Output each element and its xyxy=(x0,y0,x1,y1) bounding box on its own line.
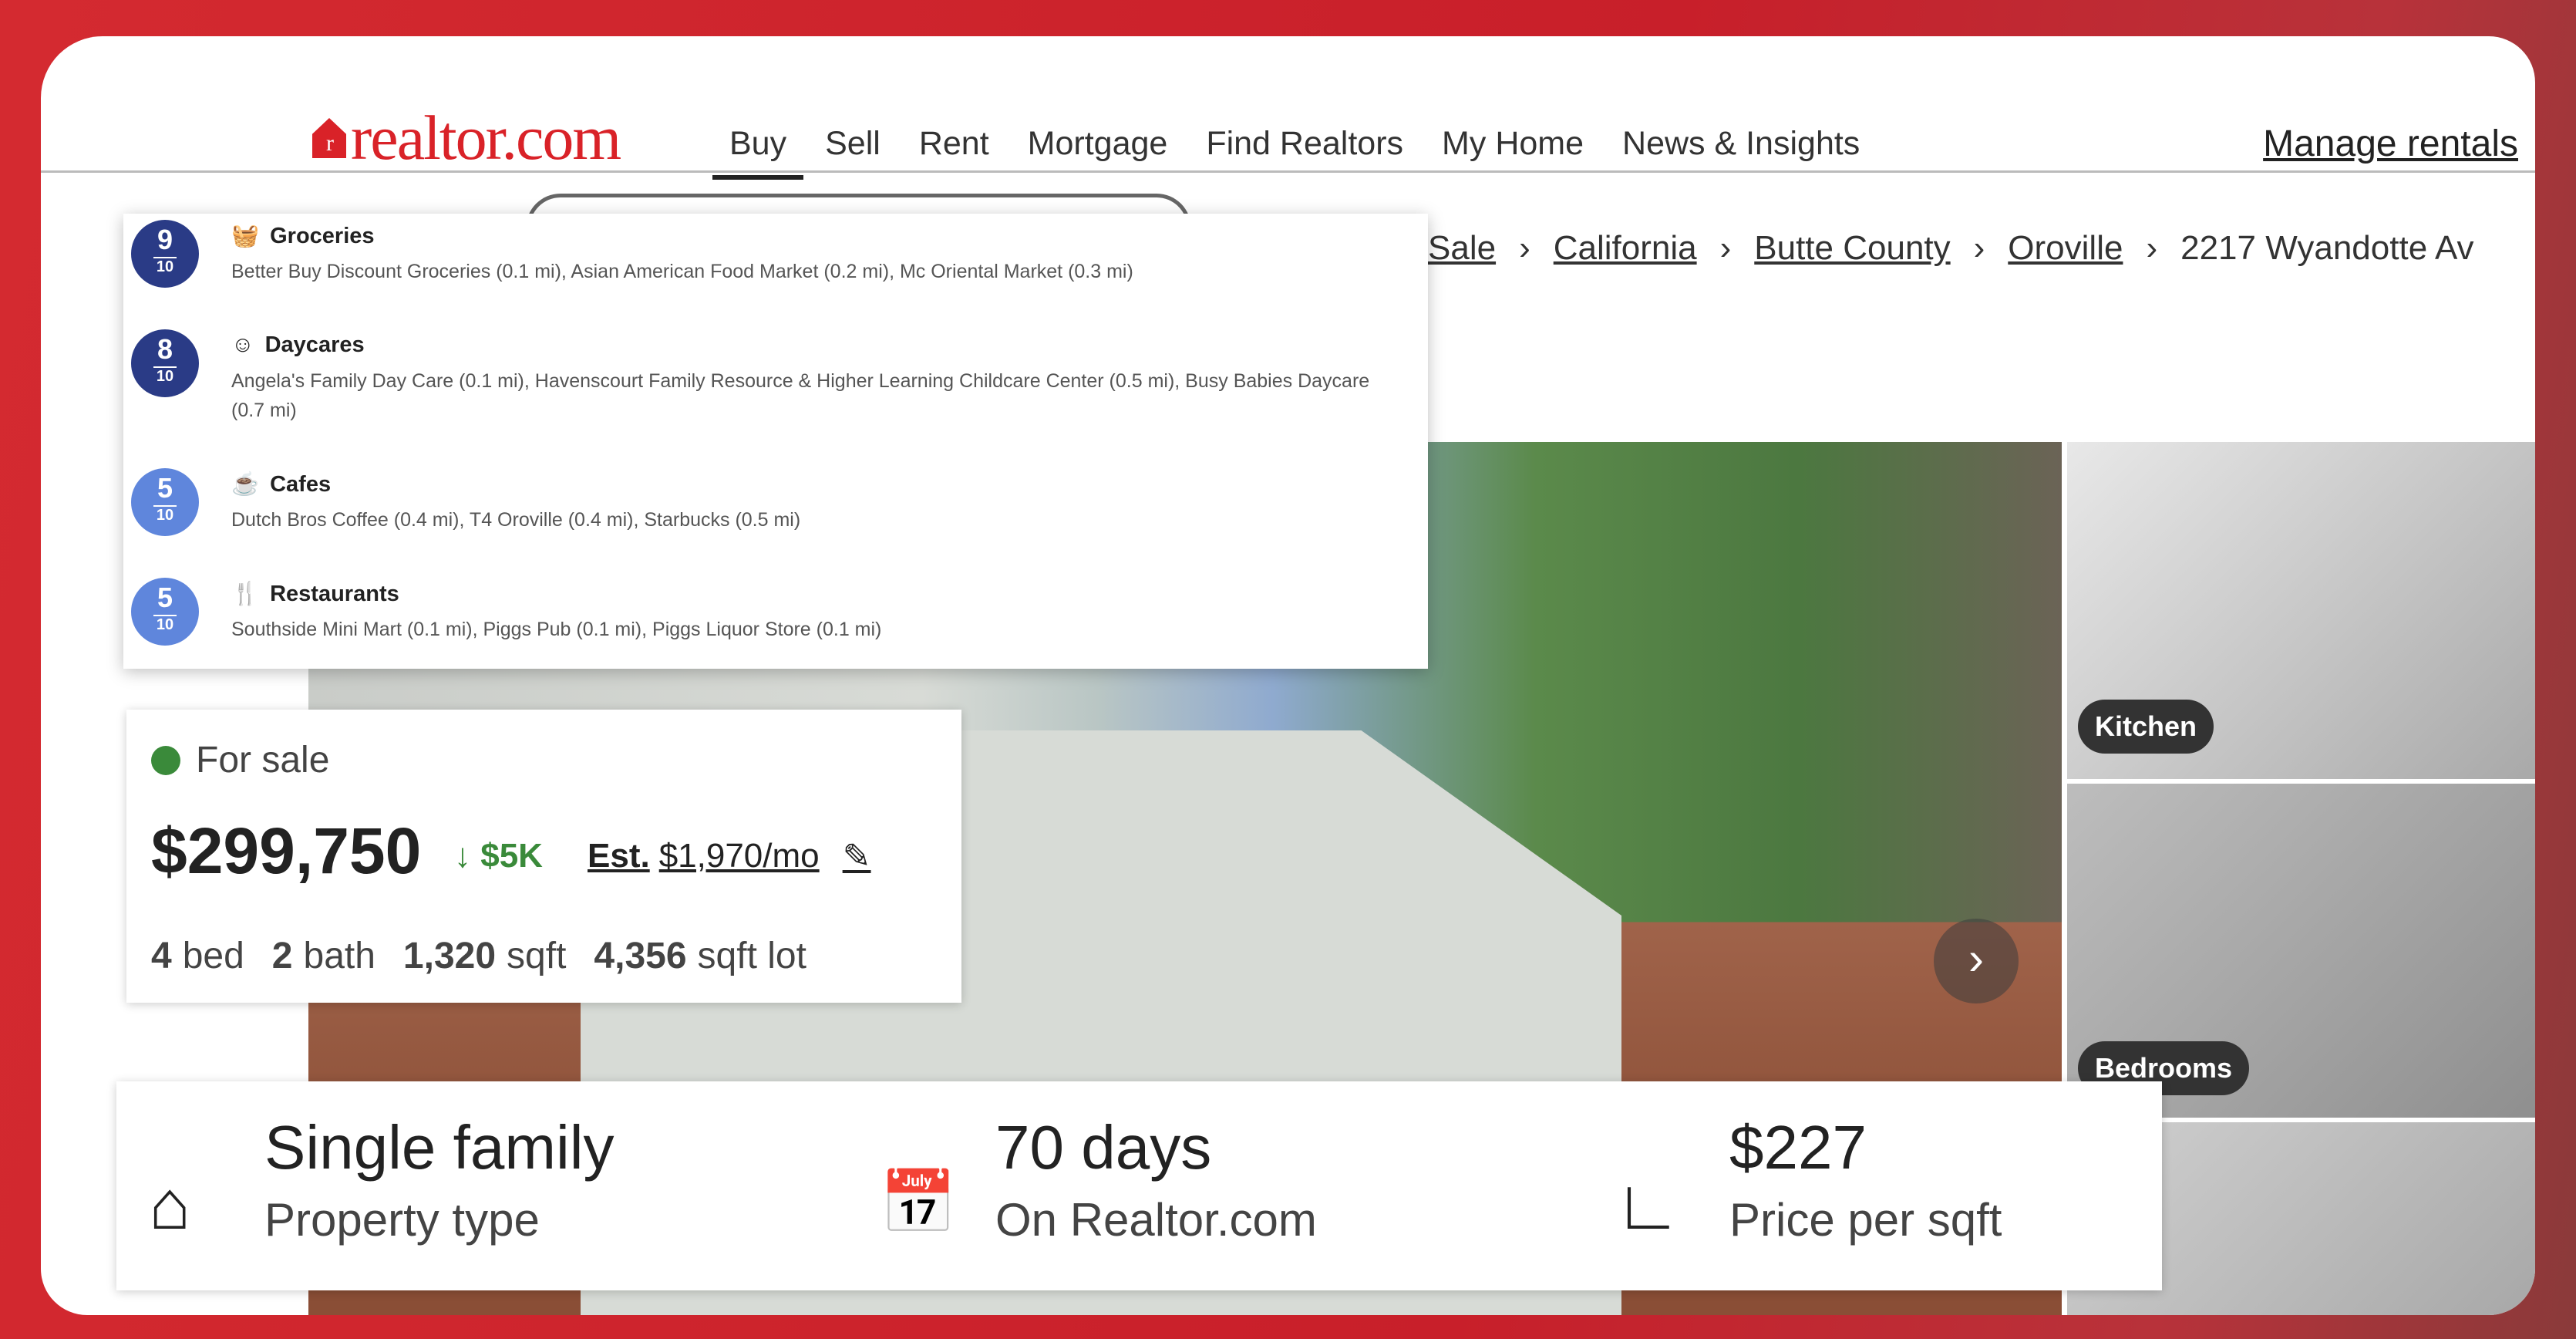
fork-knife-icon: 🍴 xyxy=(231,582,260,606)
score-badge: 5 10 xyxy=(131,468,199,536)
breadcrumb-county[interactable]: Butte County xyxy=(1754,229,1950,268)
nav-rent[interactable]: Rent xyxy=(919,125,989,163)
property-specs: 4 bed 2 bath 1,320 sqft 4,356 sqft lot xyxy=(151,936,806,976)
status-label: For sale xyxy=(196,740,330,781)
chevron-right-icon: › xyxy=(1973,229,1985,267)
calendar-icon: 📅 xyxy=(880,1168,957,1236)
header-divider xyxy=(41,170,2535,173)
nav-buy[interactable]: Buy xyxy=(712,125,804,180)
nav-mortgage[interactable]: Mortgage xyxy=(1028,125,1168,163)
price-drop: ↓ $5K xyxy=(454,837,543,875)
nav-sell[interactable]: Sell xyxy=(825,125,881,163)
nav-news-insights[interactable]: News & Insights xyxy=(1622,125,1860,163)
pencil-icon[interactable]: ✎ xyxy=(843,837,871,876)
chevron-right-icon: › xyxy=(1519,229,1530,267)
status-dot-icon xyxy=(151,745,180,775)
thumb-label: Kitchen xyxy=(2078,700,2214,754)
realtor-logo[interactable]: r realtor.com xyxy=(312,102,621,174)
breadcrumb-city[interactable]: Oroville xyxy=(2008,229,2123,268)
house-icon: ⌂ xyxy=(149,1167,191,1244)
grocery-basket-icon: 🧺 xyxy=(231,224,260,248)
thumb-bedrooms[interactable]: Bedrooms xyxy=(2067,784,2535,1118)
list-price: $299,750 xyxy=(151,815,422,887)
estimated-payment-link[interactable]: Est. $1,970/mo ✎ xyxy=(588,837,871,876)
logo-house-icon: r xyxy=(312,118,346,158)
breadcrumb-california[interactable]: California xyxy=(1554,229,1697,268)
baby-face-icon: ☺ xyxy=(231,332,254,357)
nearby-scores-popup: 9 10 🧺 Groceries Better Buy Discount Groce… xyxy=(123,214,1428,669)
page-card: r realtor.com Buy Sell Rent Mortgage Find… xyxy=(41,36,2535,1315)
nav-my-home[interactable]: My Home xyxy=(1442,125,1584,163)
coffee-cup-icon: ☕ xyxy=(231,472,260,497)
breadcrumb-sale[interactable]: Sale xyxy=(1428,229,1496,268)
next-photo-button[interactable]: › xyxy=(1934,919,2019,1003)
chevron-right-icon: › xyxy=(2146,229,2158,267)
thumb-kitchen[interactable]: Kitchen xyxy=(2067,442,2535,779)
nav-find-realtors[interactable]: Find Realtors xyxy=(1206,125,1403,163)
breadcrumb-address: 2217 Wyandotte Av xyxy=(2180,229,2474,267)
breadcrumb: Sale › California › Butte County › Oroville… xyxy=(1428,229,2474,268)
price-card: For sale $299,750 ↓ $5K Est. $1,970/mo ✎ 4… xyxy=(126,710,961,1003)
key-facts-bar: ⌂ Single family Property type 📅 70 days … xyxy=(116,1081,2162,1290)
score-badge: 8 10 xyxy=(131,329,199,397)
chevron-right-icon: › xyxy=(1719,229,1732,267)
main-nav: Buy Sell Rent Mortgage Find Realtors My … xyxy=(712,125,1860,180)
ruler-icon: ∟ xyxy=(1614,1167,1682,1244)
manage-rentals-link[interactable]: Manage rentals xyxy=(2263,123,2518,165)
score-badge: 9 10 xyxy=(131,220,199,288)
score-badge: 5 10 xyxy=(131,578,199,646)
